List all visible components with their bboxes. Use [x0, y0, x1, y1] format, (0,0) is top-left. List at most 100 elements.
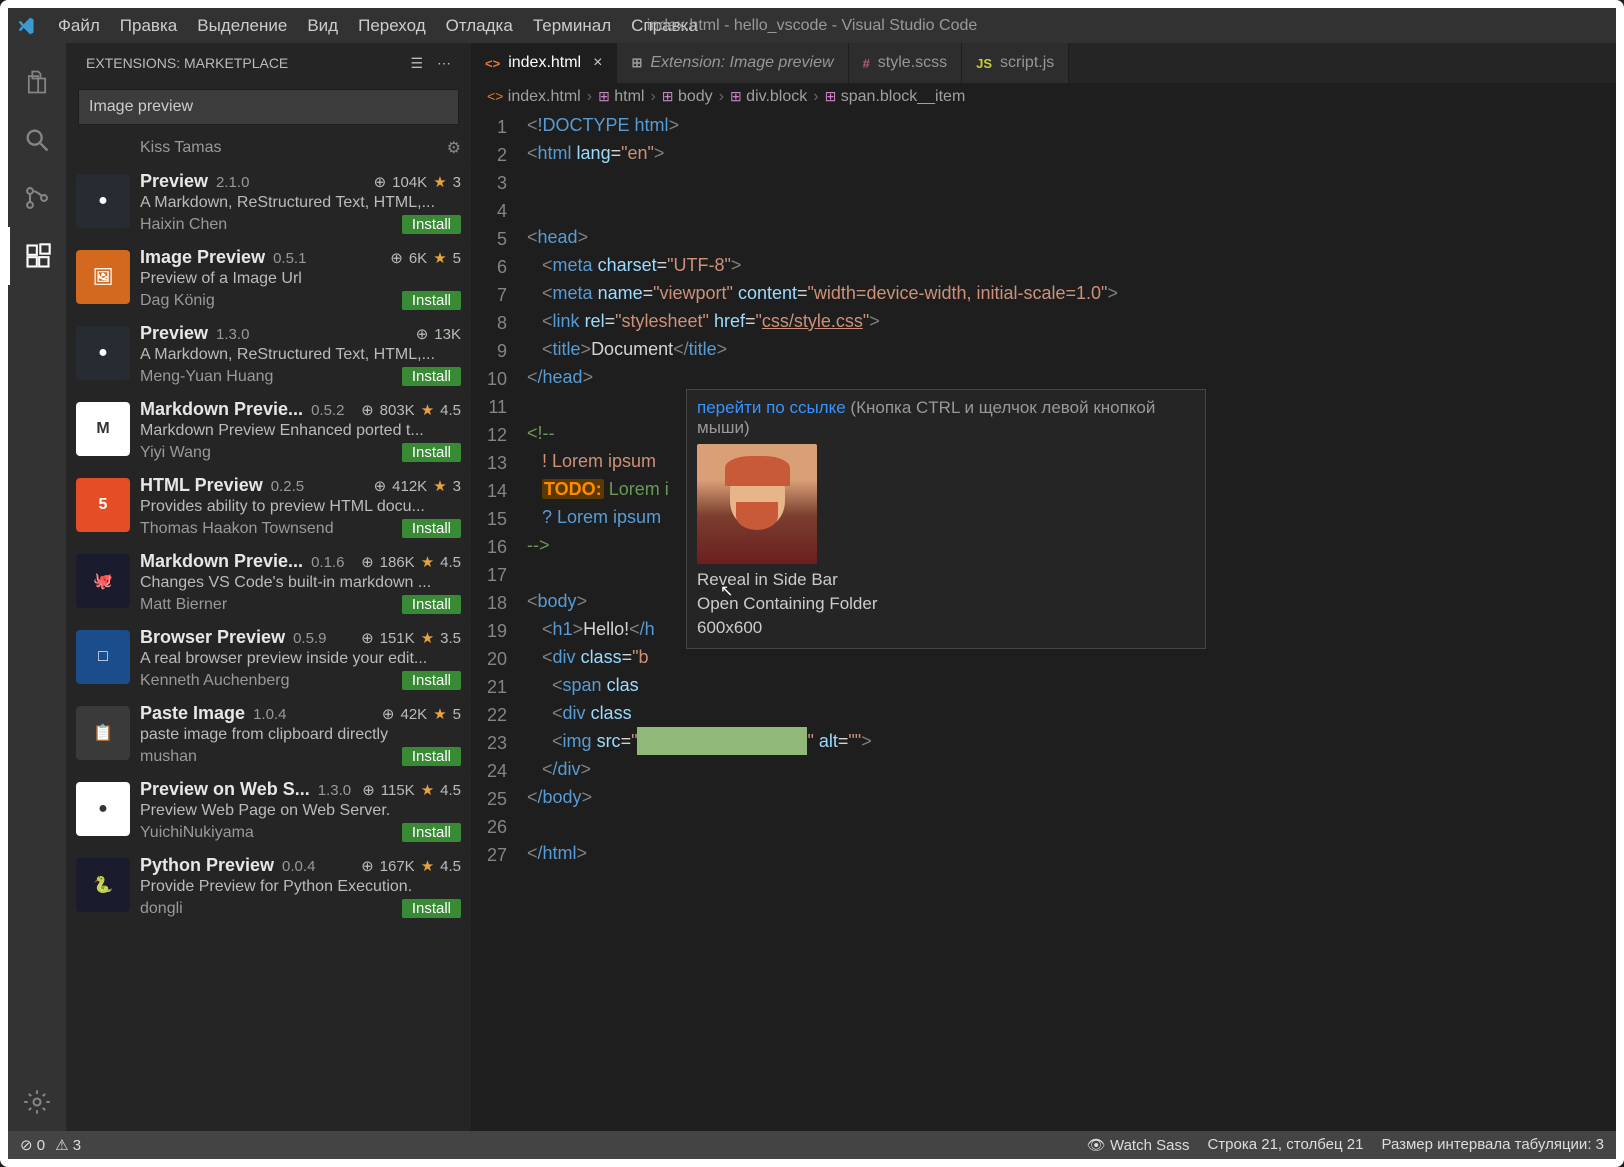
extension-row[interactable]: M Markdown Previe... 0.5.2 ⊕803K ★4.5 Ma…	[66, 393, 471, 469]
extension-author: Yiyi Wang	[140, 444, 211, 462]
status-tab-size[interactable]: Размер интервала табуляции: 3	[1381, 1136, 1604, 1154]
menu-view[interactable]: Вид	[297, 10, 348, 42]
chevron-right-icon: ›	[813, 88, 818, 106]
close-icon[interactable]: ×	[593, 54, 602, 72]
extension-row[interactable]: 📋 Paste Image 1.0.4 ⊕42K ★5 paste image …	[66, 697, 471, 773]
status-watch-sass[interactable]: 👁 Watch Sass	[1087, 1136, 1190, 1154]
more-icon[interactable]: ⋯	[437, 55, 451, 72]
menu-selection[interactable]: Выделение	[187, 10, 297, 42]
extension-row[interactable]: ● Preview 2.1.0 ⊕104K ★3 A Markdown, ReS…	[66, 165, 471, 241]
extension-author: Dag König	[140, 292, 215, 310]
breadcrumbs[interactable]: <> index.html›⊞ html›⊞ body›⊞ div.block›…	[471, 83, 1616, 111]
install-button[interactable]: Install	[402, 823, 461, 842]
status-cursor-position[interactable]: Строка 21, столбец 21	[1207, 1136, 1363, 1154]
file-icon: <>	[485, 56, 500, 71]
install-button[interactable]: Install	[402, 671, 461, 690]
hover-follow-link[interactable]: перейти по ссылке	[697, 398, 846, 417]
install-button[interactable]: Install	[402, 215, 461, 234]
install-button[interactable]: Install	[402, 443, 461, 462]
extension-description: A Markdown, ReStructured Text, HTML,...	[140, 194, 461, 212]
title-bar: Файл Правка Выделение Вид Переход Отладк…	[8, 8, 1616, 43]
extension-icon: 📋	[76, 706, 130, 760]
install-button[interactable]: Install	[402, 519, 461, 538]
breadcrumb-item[interactable]: ⊞ div.block	[730, 88, 807, 106]
download-icon: ⊕	[361, 629, 374, 647]
extension-row[interactable]: ● Preview 1.3.0 ⊕13K A Markdown, ReStruc…	[66, 317, 471, 393]
extension-author: Kenneth Auchenberg	[140, 672, 289, 690]
gear-icon[interactable]: ⚙	[447, 138, 461, 158]
file-icon: ⊞	[631, 55, 642, 71]
status-bar: ⊘ 0 ⚠ 3 👁 Watch Sass Строка 21, столбец …	[8, 1131, 1616, 1159]
breadcrumb-item[interactable]: ⊞ html	[598, 88, 644, 106]
extension-name: Paste Image	[140, 703, 245, 724]
extension-author: Haixin Chen	[140, 216, 227, 234]
extension-version: 0.5.1	[273, 250, 306, 267]
line-numbers: 1234567891011121314151617181920212223242…	[471, 111, 527, 1131]
menu-file[interactable]: Файл	[48, 10, 110, 42]
extension-row[interactable]: 🖼 Image Preview 0.5.1 ⊕6K ★5 Preview of …	[66, 241, 471, 317]
status-errors[interactable]: ⊘ 0	[20, 1136, 45, 1154]
extension-icon: M	[76, 402, 130, 456]
extension-version: 0.2.5	[271, 478, 304, 495]
star-icon: ★	[433, 249, 446, 267]
extension-row[interactable]: ● Preview on Web S... 1.3.0 ⊕115K ★4.5 P…	[66, 773, 471, 849]
extension-version: 1.0.4	[253, 706, 286, 723]
extension-row[interactable]: 🐙 Markdown Previe... 0.1.6 ⊕186K ★4.5 Ch…	[66, 545, 471, 621]
menu-terminal[interactable]: Терминал	[523, 10, 621, 42]
hover-open-folder[interactable]: Open Containing Folder	[697, 594, 1195, 614]
breadcrumb-item[interactable]: ⊞ body	[662, 88, 713, 106]
install-button[interactable]: Install	[402, 595, 461, 614]
star-icon: ★	[421, 857, 434, 875]
install-button[interactable]: Install	[402, 367, 461, 386]
extension-icon: 🖼	[76, 250, 130, 304]
install-button[interactable]: Install	[402, 899, 461, 918]
activity-search[interactable]	[8, 111, 66, 169]
activity-settings[interactable]	[8, 1073, 66, 1131]
extension-name: Python Preview	[140, 855, 274, 876]
extension-icon: ●	[76, 326, 130, 380]
hover-reveal-sidebar[interactable]: Reveal in Side Bar	[697, 570, 1195, 590]
extension-version: 0.5.9	[293, 630, 326, 647]
breadcrumb-item[interactable]: <> index.html	[487, 88, 581, 106]
extension-name: Preview	[140, 171, 208, 192]
extension-icon: ●	[76, 174, 130, 228]
breadcrumb-item[interactable]: ⊞ span.block__item	[825, 88, 966, 106]
extension-author: YuichiNukiyama	[140, 824, 254, 842]
menu-debug[interactable]: Отладка	[436, 10, 523, 42]
extension-icon: ●	[76, 782, 130, 836]
tab-label: Extension: Image preview	[650, 54, 833, 72]
extensions-sidebar: EXTENSIONS: MARKETPLACE ☰ ⋯ Kiss Tamas⚙ …	[66, 43, 471, 1131]
activity-bar	[8, 43, 66, 1131]
menu-go[interactable]: Переход	[348, 10, 436, 42]
extension-version: 1.3.0	[216, 326, 249, 343]
download-icon: ⊕	[361, 553, 374, 571]
extensions-list: Kiss Tamas⚙ ● Preview 2.1.0 ⊕104K ★3 A M…	[66, 135, 471, 1131]
extension-name: Markdown Previe...	[140, 399, 303, 420]
activity-scm[interactable]	[8, 169, 66, 227]
activity-extensions[interactable]	[8, 227, 66, 285]
editor-tab[interactable]: <>index.html×	[471, 43, 617, 83]
extension-row[interactable]: 5 HTML Preview 0.2.5 ⊕412K ★3 Provides a…	[66, 469, 471, 545]
download-icon: ⊕	[416, 325, 429, 343]
editor-tabs: <>index.html× ⊞ Extension: Image preview #s…	[471, 43, 1616, 83]
install-button[interactable]: Install	[402, 291, 461, 310]
status-warnings[interactable]: ⚠ 3	[55, 1136, 81, 1154]
filter-icon[interactable]: ☰	[410, 55, 423, 72]
editor-tab[interactable]: #style.scss	[849, 43, 963, 83]
menu-edit[interactable]: Правка	[110, 10, 187, 42]
extension-icon: 🐍	[76, 858, 130, 912]
extensions-search-input[interactable]	[78, 89, 459, 125]
install-button[interactable]: Install	[402, 747, 461, 766]
image-hover-popup: перейти по ссылке (Кнопка CTRL и щелчок …	[686, 389, 1206, 649]
extension-row[interactable]: 🐍 Python Preview 0.0.4 ⊕167K ★4.5 Provid…	[66, 849, 471, 925]
download-icon: ⊕	[362, 781, 375, 799]
extension-version: 0.5.2	[311, 402, 344, 419]
editor-tab[interactable]: ⊞ Extension: Image preview	[617, 43, 848, 83]
editor-tab[interactable]: JSscript.js	[962, 43, 1069, 83]
star-icon: ★	[421, 781, 434, 799]
activity-explorer[interactable]	[8, 53, 66, 111]
download-icon: ⊕	[382, 705, 395, 723]
extension-row[interactable]: □ Browser Preview 0.5.9 ⊕151K ★3.5 A rea…	[66, 621, 471, 697]
extension-row[interactable]: Kiss Tamas⚙	[66, 135, 471, 165]
extension-author: Matt Bierner	[140, 596, 227, 614]
